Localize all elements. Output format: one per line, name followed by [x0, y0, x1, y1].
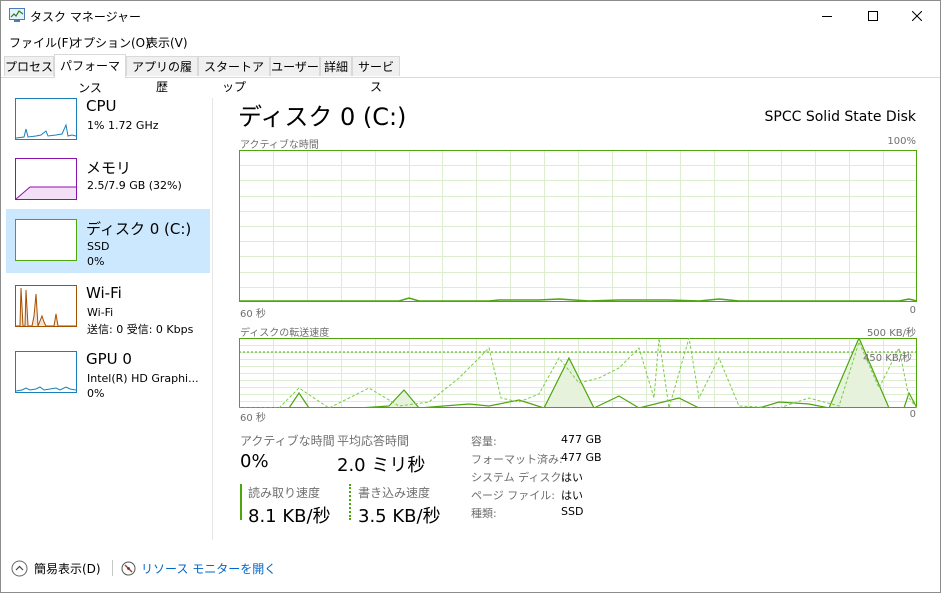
transfer-rate-graph	[239, 338, 917, 408]
footer-bar: 簡易表示(D) リソース モニターを開く	[1, 552, 940, 586]
tab-services[interactable]: サービス	[352, 56, 400, 94]
resource-detail: Wi-Fi	[87, 306, 114, 319]
sidebar-divider	[212, 98, 213, 540]
title-bar[interactable]: タスク マネージャー	[1, 1, 940, 31]
formatted-value: 477 GB	[561, 451, 602, 464]
avg-response-time-label: 平均応答時間	[337, 434, 410, 448]
close-icon	[912, 11, 922, 21]
system-disk-label: システム ディスク:	[471, 471, 566, 484]
open-resource-monitor-text: リソース モニターを開く	[141, 562, 277, 576]
tab-startup[interactable]: スタートアップ	[198, 56, 270, 94]
resource-item-disk[interactable]: ディスク 0 (C:) SSD 0%	[6, 209, 210, 273]
resource-title: ディスク 0 (C:)	[86, 220, 192, 238]
capacity-label: 容量:	[471, 435, 497, 448]
transfer-rate-graph-timespan: 60 秒	[240, 413, 266, 424]
resource-item-cpu[interactable]: CPU 1% 1.72 GHz	[6, 88, 210, 152]
resource-detail: SSD	[87, 240, 110, 253]
read-speed-value: 8.1 KB/秒	[248, 506, 331, 527]
tab-processes[interactable]: プロセス	[4, 56, 54, 76]
resource-usage: 送信: 0 受信: 0 Kbps	[87, 323, 194, 336]
active-time-label: アクティブな時間	[240, 434, 335, 448]
resource-item-gpu[interactable]: GPU 0 Intel(R) HD Graphi... 0%	[6, 341, 210, 405]
chevron-up-icon	[11, 560, 28, 577]
resource-title: メモリ	[86, 159, 132, 177]
tab-users[interactable]: ユーザー	[270, 56, 320, 76]
menu-bar: ファイル(F) オプション(O) 表示(V)	[1, 31, 940, 53]
resource-item-wifi[interactable]: Wi-Fi Wi-Fi 送信: 0 受信: 0 Kbps	[6, 275, 210, 339]
open-resource-monitor-link[interactable]: リソース モニターを開く	[121, 560, 276, 577]
write-speed-indicator	[349, 484, 351, 520]
transfer-rate-reference-label: 450 KB/秒	[863, 353, 913, 364]
capacity-value: 477 GB	[561, 433, 602, 446]
active-time-graph-label: アクティブな時間	[240, 140, 319, 151]
system-disk-value: はい	[561, 471, 583, 484]
simple-view-label: 簡易表示(D)	[34, 562, 101, 576]
menu-view[interactable]: 表示(V)	[146, 34, 188, 51]
tab-performance[interactable]: パフォーマンス	[54, 54, 126, 95]
disk-type-label: 種類:	[471, 507, 497, 520]
resource-detail: Intel(R) HD Graphi...	[87, 372, 199, 385]
active-time-value: 0%	[240, 451, 269, 472]
task-manager-icon	[9, 8, 25, 22]
tab-details[interactable]: 詳細	[320, 56, 352, 76]
wifi-thumbnail-graph	[15, 285, 77, 327]
menu-options[interactable]: オプション(O)	[71, 34, 150, 51]
active-time-graph-max: 100%	[887, 136, 916, 147]
close-button[interactable]	[894, 1, 940, 31]
minimize-icon	[822, 16, 832, 17]
maximize-button[interactable]	[850, 1, 896, 31]
minimize-button[interactable]	[804, 1, 850, 31]
resource-title: GPU 0	[86, 350, 132, 368]
active-time-graph	[239, 150, 917, 302]
avg-response-time-value: 2.0 ミリ秒	[337, 455, 426, 476]
tab-bar: プロセス パフォーマンス アプリの履歴 スタートアップ ユーザー 詳細 サービス	[1, 54, 940, 95]
resource-list: CPU 1% 1.72 GHz メモリ 2.5/7.9 GB (32%) ディス…	[1, 78, 212, 538]
disk-model-name: SPCC Solid State Disk	[764, 109, 916, 125]
write-speed-value: 3.5 KB/秒	[358, 506, 441, 527]
formatted-label: フォーマット済み:	[471, 453, 563, 466]
maximize-icon	[868, 11, 878, 21]
resource-usage: 0%	[87, 255, 105, 268]
menu-file[interactable]: ファイル(F)	[9, 34, 73, 51]
resource-title: CPU	[86, 97, 117, 115]
disk-thumbnail-graph	[15, 219, 77, 261]
page-file-value: はい	[561, 489, 583, 502]
disk-type-value: SSD	[561, 505, 584, 518]
page-file-label: ページ ファイル:	[471, 489, 555, 502]
window-title: タスク マネージャー	[30, 10, 141, 24]
transfer-rate-graph-label: ディスクの転送速度	[240, 328, 330, 339]
write-speed-label: 書き込み速度	[358, 486, 431, 500]
transfer-rate-graph-max: 500 KB/秒	[866, 328, 916, 339]
resource-title: Wi-Fi	[86, 284, 122, 302]
resource-detail: 1% 1.72 GHz	[87, 119, 159, 132]
resource-item-memory[interactable]: メモリ 2.5/7.9 GB (32%)	[6, 148, 210, 212]
transfer-rate-graph-min: 0	[909, 409, 916, 420]
memory-thumbnail-graph	[15, 158, 77, 200]
active-time-graph-min: 0	[909, 305, 916, 316]
task-manager-window: タスク マネージャー ファイル(F) オプション(O) 表示(V) プロセス パ…	[0, 0, 941, 593]
page-title: ディスク 0 (C:)	[238, 103, 407, 131]
cpu-thumbnail-graph	[15, 98, 77, 140]
footer-divider	[112, 560, 113, 576]
simple-view-button[interactable]: 簡易表示(D)	[11, 560, 101, 577]
resource-usage: 0%	[87, 387, 105, 400]
tab-app-history[interactable]: アプリの履歴	[126, 56, 198, 94]
resource-detail: 2.5/7.9 GB (32%)	[87, 179, 182, 192]
resource-monitor-icon	[121, 561, 136, 576]
gpu-thumbnail-graph	[15, 351, 77, 393]
read-speed-label: 読み取り速度	[248, 486, 321, 500]
read-speed-indicator	[240, 484, 242, 520]
active-time-graph-timespan: 60 秒	[240, 309, 266, 320]
